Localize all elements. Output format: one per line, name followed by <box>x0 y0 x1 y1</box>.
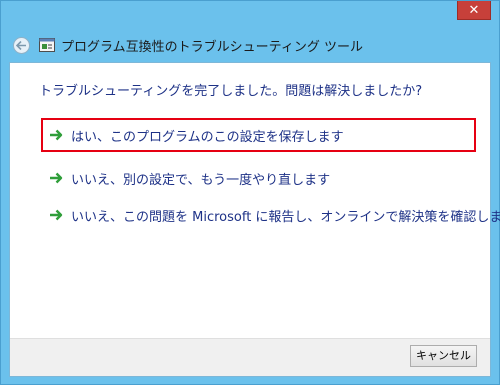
option-save-settings[interactable]: はい、このプログラムのこの設定を保存します <box>41 118 476 152</box>
troubleshooter-window: ✕ プログラム互換性のトラブルシューティング ツール トラブルシューティングを完… <box>0 0 500 385</box>
green-arrow-icon <box>50 172 63 184</box>
green-arrow-icon <box>50 129 63 141</box>
title-bar: プログラム互換性のトラブルシューティング ツール <box>9 30 491 60</box>
close-icon: ✕ <box>468 2 480 18</box>
option-label: はい、このプログラムのこの設定を保存します <box>71 129 344 145</box>
close-button[interactable]: ✕ <box>457 1 491 20</box>
window-title: プログラム互換性のトラブルシューティング ツール <box>61 39 363 55</box>
back-button[interactable] <box>13 36 30 54</box>
dialog-footer: キャンセル <box>10 338 490 376</box>
content-panel: トラブルシューティングを完了しました。問題は解決しましたか? はい、このプログラ… <box>9 62 500 377</box>
back-arrow-icon <box>16 40 26 50</box>
troubleshooter-app-icon <box>39 38 55 52</box>
option-label: いいえ、この問題を Microsoft に報告し、オンラインで解決策を確認します <box>71 209 500 225</box>
green-arrow-icon <box>50 209 63 221</box>
result-question-heading: トラブルシューティングを完了しました。問題は解決しましたか? <box>39 84 423 99</box>
cancel-button[interactable]: キャンセル <box>410 345 477 367</box>
option-report-to-microsoft[interactable]: いいえ、この問題を Microsoft に報告し、オンラインで解決策を確認します <box>41 198 500 232</box>
option-label: いいえ、別の設定で、もう一度やり直します <box>71 172 331 188</box>
option-try-different-settings[interactable]: いいえ、別の設定で、もう一度やり直します <box>41 161 476 195</box>
